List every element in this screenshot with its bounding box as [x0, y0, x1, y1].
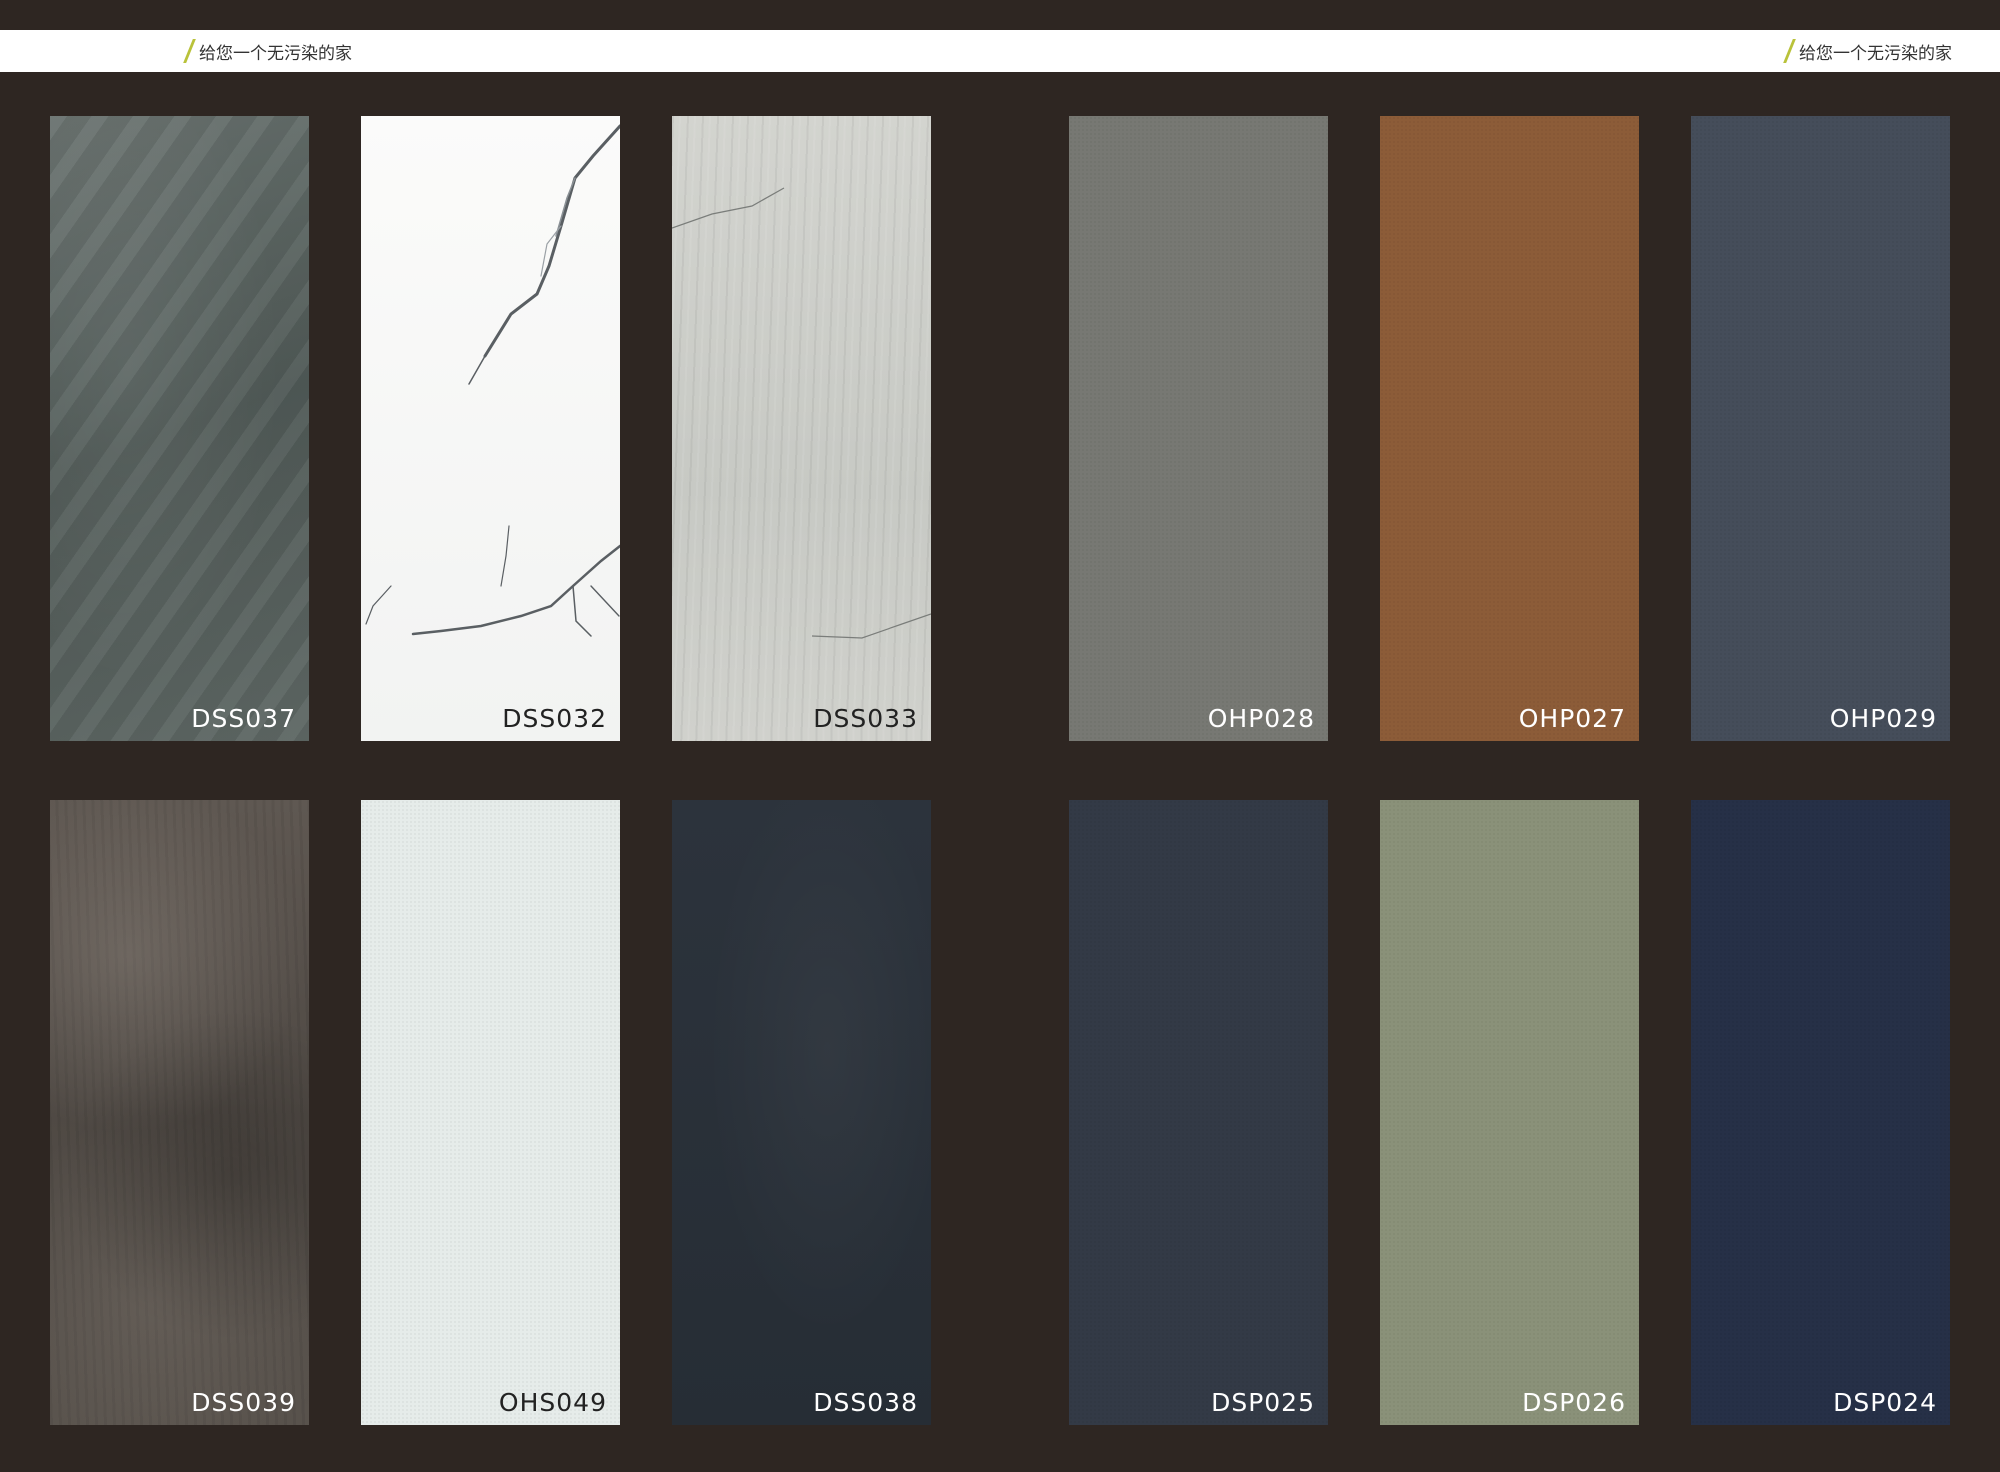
swatch-dss037: DSS037	[50, 116, 309, 741]
swatch-ohp028: OHP028	[1069, 116, 1328, 741]
swatch-code: OHP027	[1518, 704, 1626, 733]
swatch-dsp026: DSP026	[1380, 800, 1639, 1425]
swatch-dss039: DSS039	[50, 800, 309, 1425]
swatch-ohp029: OHP029	[1691, 116, 1950, 741]
swatch-dss038: DSS038	[672, 800, 931, 1425]
swatch-code: DSS032	[502, 704, 607, 733]
swatch-code: DSS033	[813, 704, 918, 733]
swatch-dss033: DSS033	[672, 116, 931, 741]
slash-accent-icon	[183, 39, 196, 63]
swatch-code: OHS049	[498, 1388, 607, 1417]
header-bar: 给您一个无污染的家 给您一个无污染的家	[0, 30, 2000, 72]
swatch-ohp027: OHP027	[1380, 116, 1639, 741]
swatch-dsp024: DSP024	[1691, 800, 1950, 1425]
swatch-code: DSS037	[191, 704, 296, 733]
tagline-left-text: 给您一个无污染的家	[199, 43, 352, 64]
swatch-dsp025: DSP025	[1069, 800, 1328, 1425]
swatch-code: OHP028	[1207, 704, 1315, 733]
swatch-code: OHP029	[1829, 704, 1937, 733]
swatch-code: DSP024	[1833, 1388, 1937, 1417]
swatch-ohs049: OHS049	[361, 800, 620, 1425]
slash-accent-icon	[1783, 39, 1796, 63]
swatch-code: DSP025	[1211, 1388, 1315, 1417]
marble-vein-pattern	[365, 124, 620, 637]
tagline-left: 给您一个无污染的家	[183, 30, 352, 72]
swatch-code: DSP026	[1522, 1388, 1626, 1417]
tagline-right: 给您一个无污染的家	[1783, 30, 1952, 72]
tagline-right-text: 给您一个无污染的家	[1799, 43, 1952, 64]
stone-crack-pattern	[672, 187, 931, 639]
swatch-code: DSS039	[191, 1388, 296, 1417]
swatch-code: DSS038	[813, 1388, 918, 1417]
swatch-dss032: DSS032	[361, 116, 620, 741]
